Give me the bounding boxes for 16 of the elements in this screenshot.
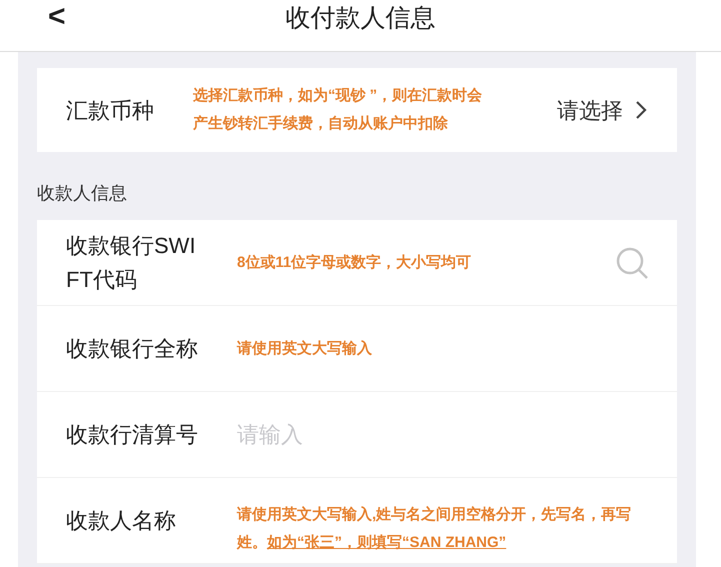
section-title: 收款人信息 [36, 182, 128, 204]
field-label: 收款银行SWI FT代码 [65, 232, 197, 294]
annotation-text: 请使用英文大写输入 [237, 338, 373, 358]
field-label: 收款人名称 [65, 506, 177, 534]
search-icon[interactable] [615, 246, 649, 280]
field-label: 收款银行全称 [65, 334, 199, 362]
annotation-text: 8位或11位字母或数字，大小写均可 [237, 252, 472, 272]
annotation-text: 请使用英文大写输入,姓与名之间用空格分开，先写名，再写姓。如为“张三”，则填写“SAN ZHANG” [237, 504, 632, 552]
currency-row[interactable]: 汇款币种 选择汇款币种，如为“现钞 ”，则在汇款时会产生钞转汇手续费，自动从账户中扣除 请选择 [37, 68, 677, 152]
back-button[interactable]: < [48, 0, 66, 34]
field-label: 汇款币种 [65, 96, 155, 124]
page-title: 收付款人信息 [286, 2, 436, 34]
field-label: 收款行清算号 [65, 420, 199, 448]
annotation-text: 选择汇款币种，如为“现钞 ”，则在汇款时会产生钞转汇手续费，自动从账户中扣除 [193, 86, 484, 134]
chevron-icon [633, 99, 649, 121]
select-value: 请选择 [557, 96, 623, 124]
